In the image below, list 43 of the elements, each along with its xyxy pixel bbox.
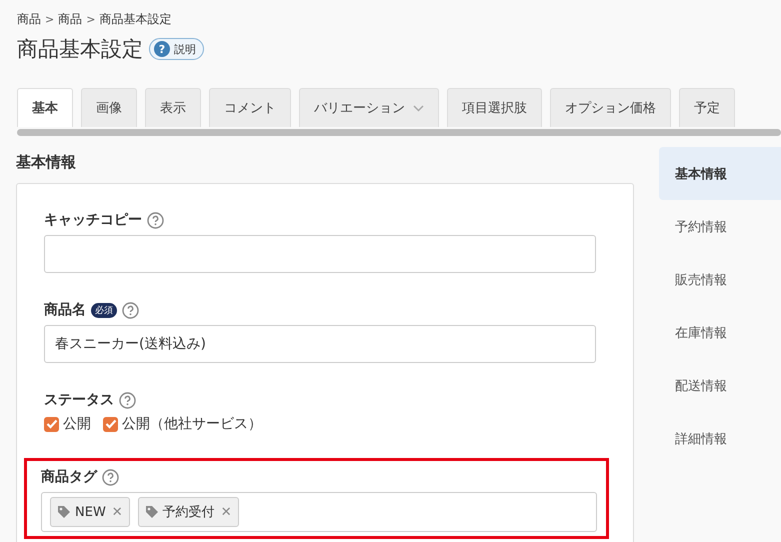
tag-chip[interactable]: 予約受付 ✕ — [138, 497, 239, 527]
text-field[interactable]: 春スニーカー(送料込み) — [44, 325, 596, 363]
side-nav-item[interactable]: 予約情報 — [659, 200, 781, 253]
breadcrumb-item[interactable]: 商品 — [17, 10, 41, 28]
side-nav-item[interactable]: 基本情報 — [659, 147, 781, 200]
text-field[interactable] — [44, 235, 596, 273]
tab[interactable]: 予定 — [679, 88, 735, 127]
checkbox[interactable] — [103, 416, 118, 432]
page-title: 商品基本設定 — [17, 36, 143, 63]
chevron-down-icon — [413, 104, 424, 112]
section-title: 基本情報 — [16, 153, 77, 172]
tag-chip[interactable]: NEW ✕ — [50, 497, 130, 527]
tab[interactable]: コメント — [209, 88, 291, 127]
breadcrumb-separator: > — [86, 12, 96, 26]
tab[interactable]: 画像 — [81, 88, 137, 127]
tab[interactable]: オプション価格 — [550, 88, 671, 127]
required-badge: 必須 — [91, 302, 117, 318]
help-button[interactable]: ? 説明 — [149, 38, 204, 60]
breadcrumb-item[interactable]: 商品 — [58, 10, 82, 28]
tag-field[interactable]: NEW ✕ 予約受付 ✕ — [41, 492, 597, 532]
side-nav-item[interactable]: 販売情報 — [659, 253, 781, 306]
tab[interactable]: 項目選択肢 — [447, 88, 542, 127]
checkbox[interactable] — [44, 416, 59, 432]
tag-icon — [57, 505, 71, 519]
help-icon[interactable] — [102, 468, 119, 486]
field-label: 商品名 — [44, 301, 86, 319]
tag-icon — [144, 505, 159, 519]
tab[interactable]: バリエーション — [299, 88, 439, 127]
field-label: 商品タグ — [41, 468, 97, 486]
side-nav-item[interactable]: 詳細情報 — [659, 412, 781, 465]
tab[interactable]: 表示 — [145, 88, 201, 127]
checkbox-option[interactable]: 公開 — [44, 415, 91, 433]
field-label: キャッチコピー — [44, 211, 142, 229]
help-icon[interactable] — [122, 302, 139, 318]
tab[interactable]: 基本 — [17, 88, 73, 127]
field-label: ステータス — [44, 391, 114, 409]
help-icon[interactable] — [119, 392, 136, 408]
side-nav-item[interactable]: 配送情報 — [659, 359, 781, 412]
side-nav-item[interactable]: 在庫情報 — [659, 306, 781, 359]
checkbox-option[interactable]: 公開（他社サービス） — [103, 415, 262, 433]
breadcrumb-item: 商品基本設定 — [99, 10, 172, 28]
breadcrumb-separator: > — [45, 12, 54, 26]
help-icon[interactable] — [147, 212, 164, 228]
